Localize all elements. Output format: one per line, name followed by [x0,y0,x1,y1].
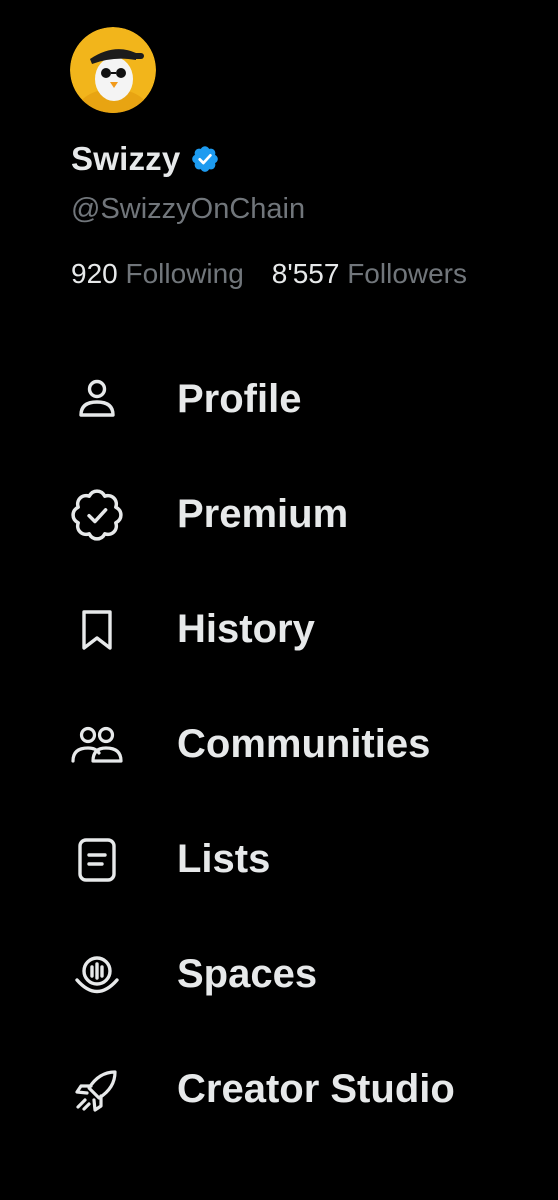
menu-item-history[interactable]: History [0,572,558,687]
menu-label-premium: Premium [177,492,349,536]
menu-item-profile[interactable]: Profile [0,342,558,457]
rocket-icon [69,1062,125,1118]
profile-avatar[interactable] [70,27,156,113]
verified-badge-icon [69,487,125,543]
menu-label-lists: Lists [177,837,271,881]
following-count: 920 [71,258,118,289]
menu-item-communities[interactable]: Communities [0,687,558,802]
follow-stats: 920 Following 8'557 Followers [71,258,467,290]
following-stat[interactable]: 920 Following [71,258,244,290]
menu-item-lists[interactable]: Lists [0,802,558,917]
menu-label-creator-studio: Creator Studio [177,1067,455,1111]
people-icon [69,717,125,773]
penguin-avatar-icon [70,27,156,113]
name-row: Swizzy [71,137,220,181]
person-icon [69,372,125,428]
menu-label-communities: Communities [177,722,431,766]
side-drawer: Swizzy @SwizzyOnChain 920 Following 8'55… [0,0,558,1200]
following-label: Following [125,258,244,289]
menu-label-history: History [177,607,315,651]
followers-count: 8'557 [271,258,340,289]
display-name[interactable]: Swizzy [71,140,180,178]
menu-item-creator-studio[interactable]: Creator Studio [0,1032,558,1147]
menu-label-profile: Profile [177,377,302,421]
list-icon [69,832,125,888]
menu-item-premium[interactable]: Premium [0,457,558,572]
bookmark-icon [69,602,125,658]
followers-stat[interactable]: 8'557 Followers [272,258,467,290]
verified-badge-icon [192,146,219,172]
menu-item-spaces[interactable]: Spaces [0,917,558,1032]
profile-handle[interactable]: @SwizzyOnChain [71,193,305,226]
drawer-menu: Profile Premium History Communities List… [0,342,558,1147]
microphone-icon [69,947,125,1003]
followers-label: Followers [347,258,468,289]
menu-label-spaces: Spaces [177,952,318,996]
